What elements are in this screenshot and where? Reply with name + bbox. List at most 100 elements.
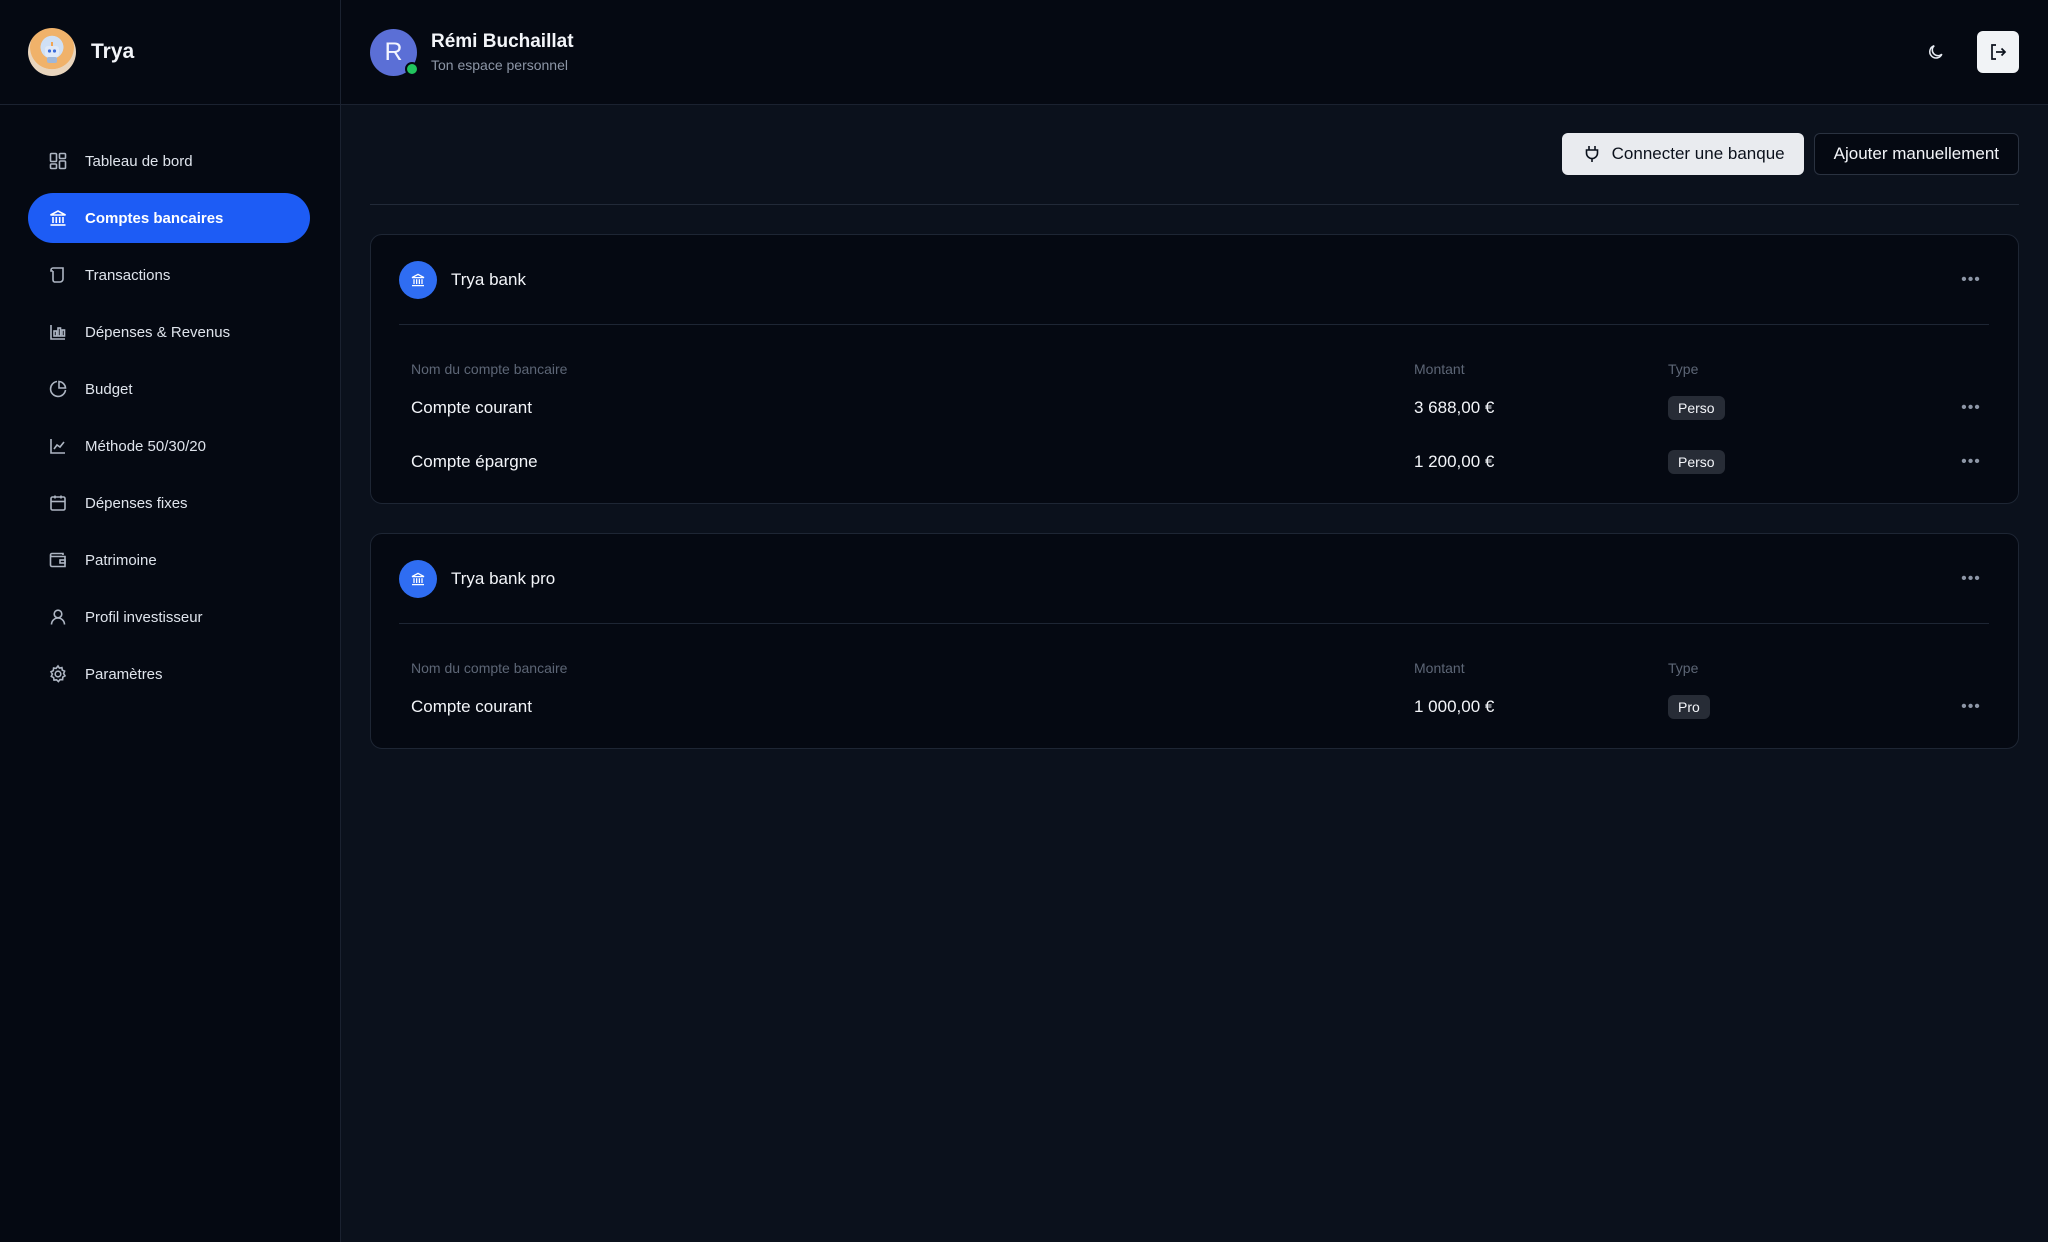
- account-type-cell: Pro: [1668, 695, 1868, 719]
- connect-bank-label: Connecter une banque: [1611, 144, 1785, 163]
- avatar-initial: R: [384, 37, 403, 66]
- bank-name: Trya bank: [451, 269, 526, 289]
- sidebar-item-label: Patrimoine: [85, 551, 157, 569]
- sidebar-item-patrimony[interactable]: Patrimoine: [28, 535, 310, 585]
- bank-header: Trya bank •••: [399, 235, 1989, 325]
- bank-icon: [411, 273, 425, 286]
- sidebar-item-label: Budget: [85, 380, 133, 398]
- wallet-icon: [49, 552, 66, 568]
- add-manually-button[interactable]: Ajouter manuellement: [1813, 133, 2019, 175]
- column-header-amount: Montant: [1414, 660, 1465, 676]
- online-status-dot: [405, 61, 419, 76]
- bar-chart-icon: [50, 325, 66, 340]
- column-header-name: Nom du compte bancaire: [411, 660, 568, 676]
- table-row[interactable]: Compte courant 3 688,00 € Perso •••: [399, 381, 1989, 435]
- account-name: Compte épargne: [411, 452, 538, 471]
- bank-avatar: [399, 559, 437, 598]
- row-menu-button[interactable]: •••: [1957, 398, 1985, 418]
- account-name: Compte courant: [411, 697, 532, 716]
- theme-toggle-button[interactable]: [1915, 31, 1957, 73]
- row-menu-button[interactable]: •••: [1957, 452, 1985, 472]
- connect-bank-button[interactable]: Connecter une banque: [1561, 133, 1804, 175]
- row-menu-button[interactable]: •••: [1957, 697, 1985, 717]
- account-type-cell: Perso: [1668, 396, 1868, 420]
- sidebar-item-label: Comptes bancaires: [85, 209, 224, 227]
- main-content: Connecter une banque Ajouter manuellemen…: [370, 105, 2019, 749]
- sidebar-item-label: Profil investisseur: [85, 608, 203, 626]
- more-horizontal-icon: •••: [1961, 569, 1981, 587]
- account-amount: 1 200,00 €: [1414, 452, 1495, 471]
- sidebar-item-expenses-income[interactable]: Dépenses & Revenus: [28, 307, 310, 357]
- brand-logo: [28, 28, 76, 76]
- sidebar-item-label: Tableau de bord: [85, 152, 193, 170]
- column-header-amount: Montant: [1414, 361, 1465, 377]
- account-amount: 3 688,00 €: [1414, 398, 1495, 417]
- bank-name: Trya bank pro: [451, 568, 556, 588]
- gear-icon: [49, 664, 67, 683]
- type-badge: Perso: [1668, 396, 1725, 420]
- more-horizontal-icon: •••: [1961, 399, 1981, 416]
- toolbar: Connecter une banque Ajouter manuellemen…: [370, 105, 2019, 205]
- account-name: Compte courant: [411, 398, 532, 417]
- sidebar-item-method-503020[interactable]: Méthode 50/30/20: [28, 421, 310, 471]
- calendar-icon: [50, 495, 66, 511]
- sidebar-item-dashboard[interactable]: Tableau de bord: [28, 136, 310, 186]
- bank-card: Trya bank ••• Nom du compte bancaire Mon…: [370, 234, 2019, 504]
- bank-card: Trya bank pro ••• Nom du compte bancaire…: [370, 533, 2019, 749]
- logout-button[interactable]: [1977, 31, 2019, 73]
- account-amount: 1 000,00 €: [1414, 697, 1495, 716]
- table-body: Compte courant 1 000,00 € Pro •••: [399, 680, 1989, 748]
- sidebar-item-transactions[interactable]: Transactions: [28, 250, 310, 300]
- sidebar: Trya Tableau de bord Comptes bancaires T…: [0, 0, 341, 1242]
- account-type-cell: Perso: [1668, 450, 1868, 474]
- avatar[interactable]: R: [370, 28, 419, 76]
- sidebar-item-label: Transactions: [85, 266, 171, 284]
- more-horizontal-icon: •••: [1961, 270, 1981, 288]
- moon-icon: [1929, 44, 1943, 59]
- column-header-type: Type: [1668, 660, 1699, 676]
- brand[interactable]: Trya: [0, 0, 340, 105]
- line-chart-icon: [50, 439, 65, 454]
- brand-name: Trya: [91, 40, 135, 63]
- user-subtitle: Ton espace personnel: [431, 57, 568, 73]
- header-actions: [1915, 31, 2019, 73]
- more-horizontal-icon: •••: [1961, 453, 1981, 470]
- logout-icon: [1991, 44, 2007, 60]
- column-header-name: Nom du compte bancaire: [411, 361, 568, 377]
- type-badge: Perso: [1668, 450, 1725, 474]
- bank-avatar: [399, 260, 437, 299]
- table-body: Compte courant 3 688,00 € Perso ••• Comp…: [399, 381, 1989, 503]
- column-header-type: Type: [1668, 361, 1699, 377]
- add-manually-label: Ajouter manuellement: [1833, 144, 1999, 163]
- user-icon: [50, 609, 66, 625]
- sidebar-item-label: Méthode 50/30/20: [85, 437, 206, 455]
- user-info: Rémi Buchaillat Ton espace personnel: [431, 31, 574, 73]
- type-badge: Pro: [1668, 695, 1710, 719]
- table-row[interactable]: Compte courant 1 000,00 € Pro •••: [399, 680, 1989, 734]
- bank-icon: [50, 210, 66, 226]
- scroll-icon: [50, 267, 64, 283]
- sidebar-nav: Tableau de bord Comptes bancaires Transa…: [0, 105, 340, 699]
- sidebar-item-bank-accounts[interactable]: Comptes bancaires: [28, 193, 310, 243]
- user-name: Rémi Buchaillat: [431, 31, 574, 52]
- sidebar-item-label: Dépenses & Revenus: [85, 323, 231, 341]
- robot-logo-icon: [45, 42, 59, 63]
- pie-chart-icon: [49, 380, 67, 398]
- bank-menu-button[interactable]: •••: [1957, 569, 1985, 589]
- sidebar-item-budget[interactable]: Budget: [28, 364, 310, 414]
- sidebar-item-investor-profile[interactable]: Profil investisseur: [28, 592, 310, 642]
- table-header: Nom du compte bancaire Montant Type: [399, 624, 1989, 680]
- plug-icon: [1585, 146, 1598, 162]
- table-header: Nom du compte bancaire Montant Type: [399, 325, 1989, 381]
- bank-icon: [411, 572, 425, 585]
- more-horizontal-icon: •••: [1961, 698, 1981, 715]
- table-row[interactable]: Compte épargne 1 200,00 € Perso •••: [399, 435, 1989, 489]
- top-header: R Rémi Buchaillat Ton espace personnel: [341, 0, 2048, 105]
- sidebar-item-label: Paramètres: [85, 665, 163, 683]
- bank-menu-button[interactable]: •••: [1957, 270, 1985, 290]
- sidebar-item-label: Dépenses fixes: [85, 494, 188, 512]
- bank-header: Trya bank pro •••: [399, 534, 1989, 624]
- sidebar-item-settings[interactable]: Paramètres: [28, 649, 310, 699]
- sidebar-item-fixed-expenses[interactable]: Dépenses fixes: [28, 478, 310, 528]
- dashboard-icon: [49, 152, 67, 170]
